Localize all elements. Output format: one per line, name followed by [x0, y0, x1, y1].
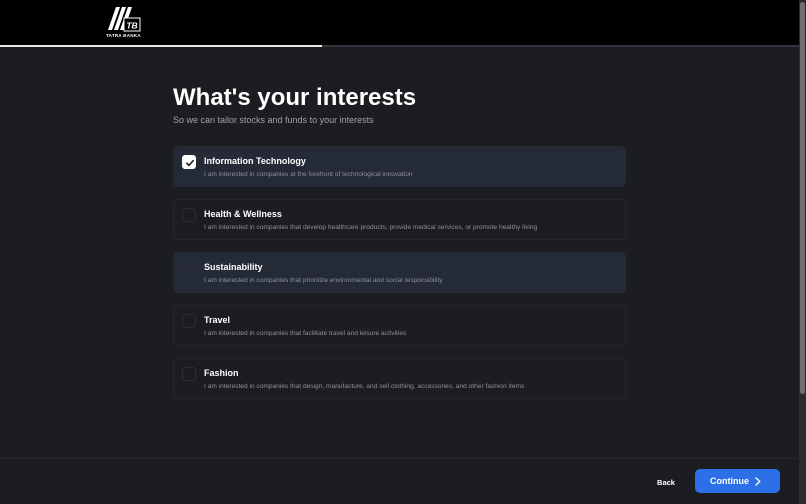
option-description: I am interested in companies that priori… — [204, 277, 443, 284]
option-sustainability[interactable]: Sustainability I am interested in compan… — [173, 252, 626, 293]
option-description: I am interested in companies that develo… — [204, 224, 538, 231]
option-title: Information Technology — [204, 156, 306, 166]
top-bar: TB TATRA BANKA — [0, 0, 806, 46]
continue-label: Continue — [710, 476, 749, 486]
page-title: What's your interests — [173, 84, 417, 111]
footer-divider — [0, 458, 799, 459]
scrollbar-thumb[interactable] — [800, 2, 805, 394]
back-button[interactable]: Back — [652, 475, 680, 489]
progress-bar-fill — [0, 45, 323, 47]
checkbox[interactable] — [182, 261, 196, 275]
checkbox[interactable] — [182, 208, 196, 222]
option-description: I am interested in companies that facili… — [204, 330, 407, 337]
chevron-right-icon — [755, 477, 761, 486]
option-fashion[interactable]: Fashion I am interested in companies tha… — [173, 358, 626, 399]
logo-text: TATRA BANKA — [106, 33, 141, 38]
tatra-banka-logo[interactable]: TB TATRA BANKA — [106, 6, 142, 40]
continue-button[interactable]: Continue — [695, 469, 780, 493]
logo-stripes-icon: TB — [108, 7, 141, 32]
option-title: Fashion — [204, 368, 239, 378]
interest-options-list: Information Technology I am interested i… — [173, 146, 626, 411]
option-description: I am interested in companies that design… — [204, 383, 525, 390]
checkbox[interactable] — [182, 314, 196, 328]
option-title: Travel — [204, 315, 231, 325]
option-title: Health & Wellness — [204, 209, 282, 219]
option-information-technology[interactable]: Information Technology I am interested i… — [173, 146, 626, 187]
checkbox[interactable] — [182, 155, 196, 169]
option-travel[interactable]: Travel I am interested in companies that… — [173, 305, 626, 346]
option-title: Sustainability — [204, 262, 263, 272]
page-subtitle: So we can tailor stocks and funds to you… — [173, 115, 374, 125]
check-icon — [185, 159, 194, 167]
progress-bar — [0, 45, 806, 47]
scrollbar[interactable] — [799, 0, 806, 504]
option-health-wellness[interactable]: Health & Wellness I am interested in com… — [173, 199, 626, 240]
logo-initials: TB — [126, 21, 137, 31]
option-description: I am interested in companies at the fore… — [204, 171, 413, 178]
checkbox[interactable] — [182, 367, 196, 381]
